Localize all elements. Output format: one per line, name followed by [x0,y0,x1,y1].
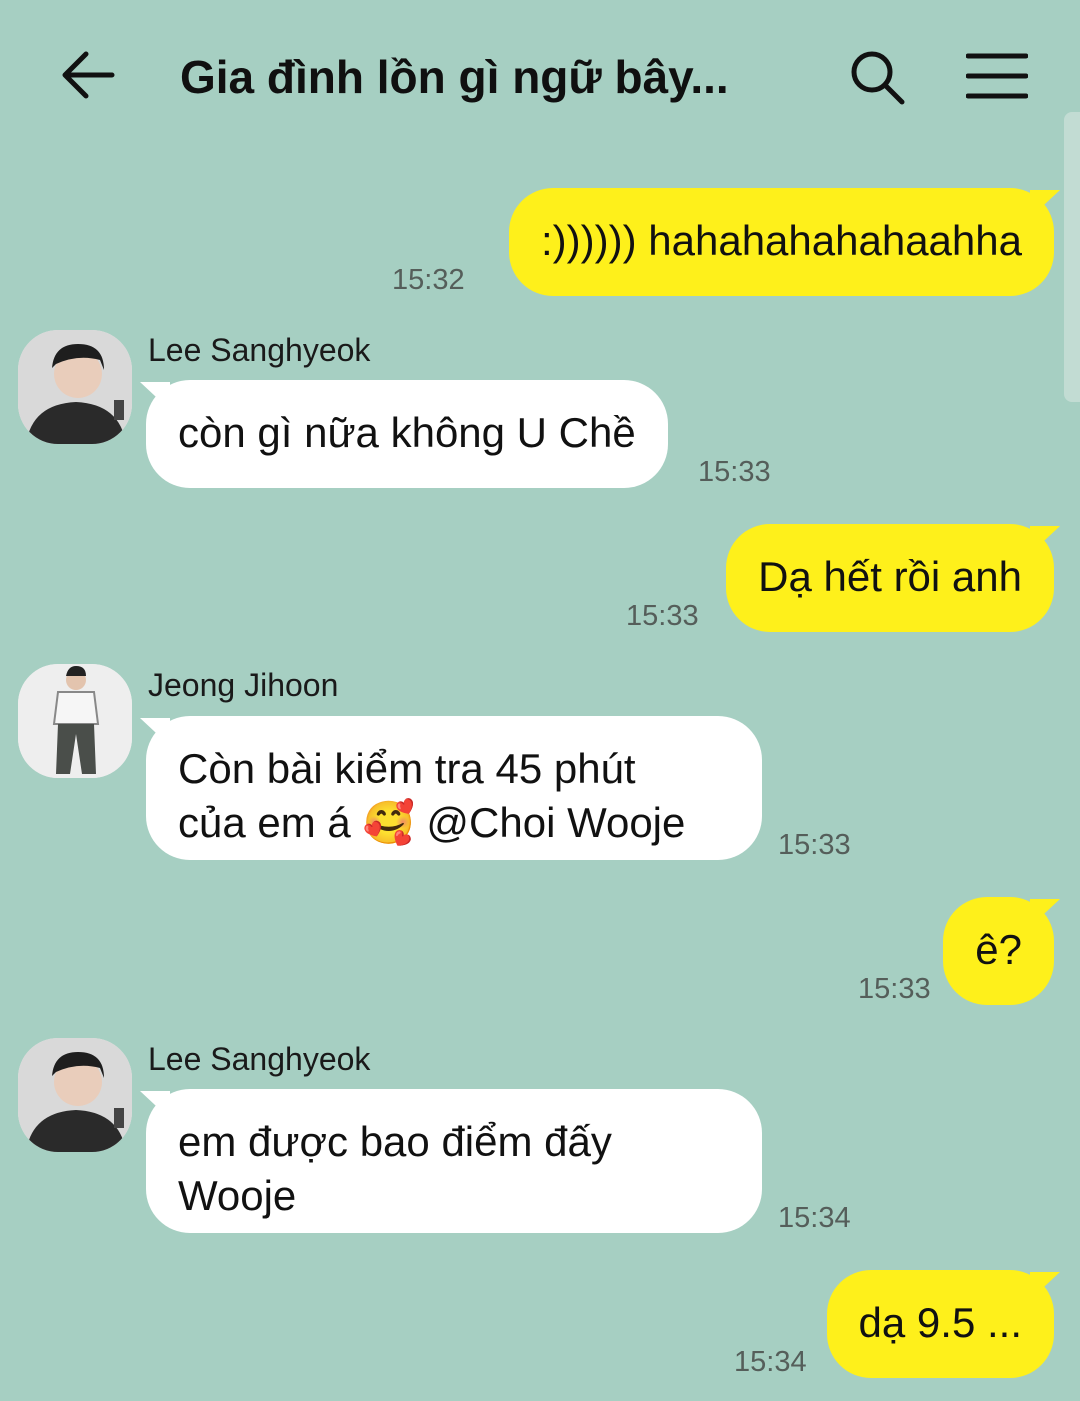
hamburger-menu-icon [966,53,1028,99]
mention-link[interactable]: @Choi Wooje [415,799,685,846]
message-timestamp: 15:32 [392,264,465,296]
person-photo-icon [18,330,132,444]
message-text: dạ 9.5 ... [858,1299,1022,1346]
chat-header: Gia đình lồn gì ngữ bây... [0,0,1080,150]
message-timestamp: 15:33 [858,973,931,1005]
message-text: còn gì nữa không U Chề [178,409,636,456]
bubble-tail [1030,526,1060,554]
received-message-bubble[interactable]: còn gì nữa không U Chề [146,380,668,488]
message-timestamp: 15:34 [778,1202,851,1234]
message-timestamp: 15:33 [778,829,851,861]
arrow-left-icon [62,51,115,99]
message-text: :)))))) hahahahahahaahha [541,217,1022,264]
bubble-tail [1030,899,1060,927]
my-message-bubble[interactable]: dạ 9.5 ... [826,1270,1054,1378]
sender-name: Lee Sanghyeok [148,332,371,368]
menu-button[interactable] [962,46,1032,106]
avatar-jeong-jihoon[interactable] [18,664,132,778]
bubble-tail [1030,1272,1060,1300]
chat-title: Gia đình lồn gì ngữ bây... [180,51,729,103]
person-photo-icon [18,1038,132,1152]
person-photo-icon [18,664,132,778]
smiling-face-with-hearts-emoji: 🥰 [362,799,415,846]
message-text-line: Wooje [178,1172,297,1219]
message-text: Dạ hết rồi anh [758,553,1022,600]
received-message-bubble[interactable]: em được bao điểm đấy Wooje [146,1089,762,1233]
my-message-bubble[interactable]: Dạ hết rồi anh [726,524,1054,632]
sender-name: Jeong Jihoon [148,667,339,703]
bubble-tail [1030,190,1060,218]
message-text: ê? [975,926,1022,973]
search-button[interactable] [844,44,910,110]
avatar-lee-sanghyeok[interactable] [18,1038,132,1152]
message-timestamp: 15:33 [698,456,771,488]
scrollbar[interactable] [1064,112,1080,402]
back-button[interactable] [56,45,120,105]
message-timestamp: 15:34 [734,1346,807,1378]
message-text-line: em được bao điểm đấy [178,1118,612,1165]
message-text-line: Còn bài kiểm tra 45 phút [178,745,636,792]
sender-name: Lee Sanghyeok [148,1041,371,1077]
my-message-bubble[interactable]: :)))))) hahahahahahaahha [509,188,1054,296]
message-text: của em á [178,799,363,846]
search-icon [851,51,905,105]
message-text-line: của em á 🥰 @Choi Wooje [178,796,730,850]
received-message-bubble[interactable]: Còn bài kiểm tra 45 phút của em á 🥰 @Cho… [146,716,762,860]
message-timestamp: 15:33 [626,600,699,632]
avatar-lee-sanghyeok[interactable] [18,330,132,444]
